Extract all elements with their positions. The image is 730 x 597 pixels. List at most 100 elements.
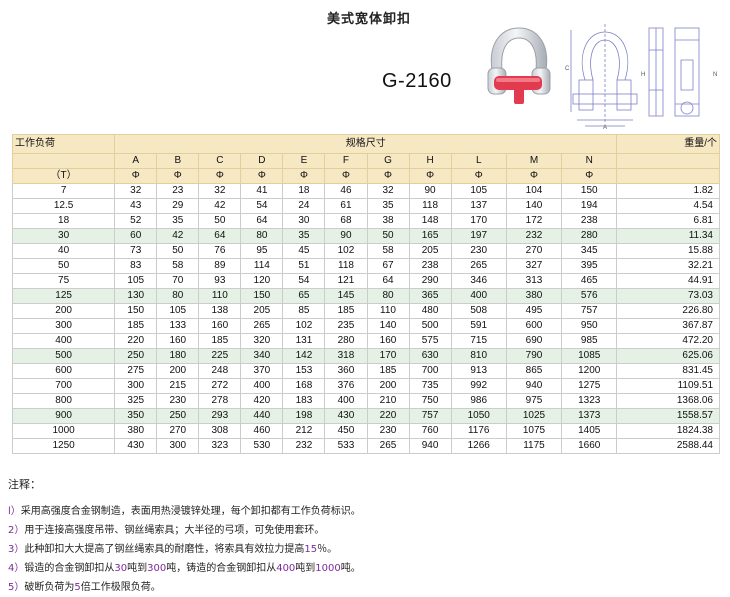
svg-text:A: A bbox=[603, 125, 607, 131]
dimension-cell: 230 bbox=[450, 243, 507, 259]
load-cell: 30 bbox=[11, 228, 116, 244]
dimension-cell: 400 bbox=[324, 393, 368, 409]
table-row: 400 220 160 185 320 131 280 160 575 715 690 985 472.… bbox=[11, 333, 720, 349]
weight-cell: 32.21 bbox=[616, 258, 720, 274]
shackle-photo bbox=[487, 27, 551, 104]
dimension-cell: 272 bbox=[198, 378, 242, 394]
note-text: 采用高强度合金钢制造，表面用热浸镀锌处理，每个卸扣都有工作负荷标识。 bbox=[20, 506, 361, 517]
dimension-cell: 58 bbox=[366, 243, 410, 259]
note-text: 15 bbox=[304, 544, 318, 555]
unit-label: （T） bbox=[11, 168, 116, 184]
note-item: 2）用于连接高强度吊带、钢丝绳索具；大半径的弓项，可免使用套环。 bbox=[8, 521, 361, 540]
dimension-cell: 183 bbox=[282, 393, 326, 409]
dimension-cell: 575 bbox=[408, 333, 452, 349]
col-label: N bbox=[561, 153, 618, 169]
dimension-cell: 220 bbox=[366, 408, 410, 424]
spec-header: 规格尺寸 bbox=[114, 134, 618, 154]
load-cell: 40 bbox=[11, 243, 116, 259]
dimension-cell: 205 bbox=[408, 243, 452, 259]
dimension-cell: 757 bbox=[561, 303, 618, 319]
dimension-cell: 865 bbox=[505, 363, 563, 379]
dimension-cell: 185 bbox=[366, 363, 410, 379]
note-item: l）采用高强度合金钢制造，表面用热浸镀锌处理，每个卸扣都有工作负荷标识。 bbox=[8, 502, 361, 521]
note-text: 锻造的合金钢卸扣从 bbox=[24, 563, 115, 574]
dimension-cell: 32 bbox=[198, 183, 242, 199]
note-text: 用于连接高强度吊带、钢丝绳索具；大半径的弓项，可免使用套环。 bbox=[24, 525, 325, 536]
diameter-symbol: Φ bbox=[505, 168, 563, 184]
load-cell: 900 bbox=[11, 408, 116, 424]
dimension-cell: 591 bbox=[450, 318, 507, 334]
dimension-cell: 41 bbox=[240, 183, 284, 199]
dimension-cell: 1075 bbox=[505, 423, 563, 439]
dimension-cell: 73 bbox=[114, 243, 158, 259]
load-cell: 300 bbox=[11, 318, 116, 334]
dimension-cell: 280 bbox=[324, 333, 368, 349]
dimension-cell: 64 bbox=[198, 228, 242, 244]
dimension-cell: 700 bbox=[408, 363, 452, 379]
dimension-cell: 104 bbox=[505, 183, 563, 199]
dimension-cell: 250 bbox=[114, 348, 158, 364]
table-row: 300 185 133 160 265 102 235 140 500 591 600 950 367.… bbox=[11, 318, 720, 334]
diameter-symbol: Φ bbox=[324, 168, 368, 184]
dimension-cell: 1085 bbox=[561, 348, 618, 364]
dimension-cell: 138 bbox=[198, 303, 242, 319]
dimension-cell: 212 bbox=[282, 423, 326, 439]
dimension-cell: 293 bbox=[198, 408, 242, 424]
dimension-cell: 54 bbox=[282, 273, 326, 289]
table-row: 900 350 250 293 440 198 430 220 757 1050 1025 1373 1… bbox=[11, 408, 720, 424]
dimension-cell: 185 bbox=[198, 333, 242, 349]
dimension-cell: 50 bbox=[156, 243, 200, 259]
note-text: 此种卸扣大大提高了钢丝绳索具的耐磨性，将索具有效拉力提高 bbox=[24, 544, 305, 555]
dimension-cell: 160 bbox=[198, 318, 242, 334]
dimension-cell: 140 bbox=[505, 198, 563, 214]
dimension-cell: 576 bbox=[561, 288, 618, 304]
dimension-cell: 345 bbox=[561, 243, 618, 259]
load-cell: 75 bbox=[11, 273, 116, 289]
dimension-cell: 238 bbox=[561, 213, 618, 229]
note-text: 倍工作极限负荷。 bbox=[80, 582, 161, 593]
dimension-cell: 325 bbox=[114, 393, 158, 409]
dimension-cell: 760 bbox=[408, 423, 452, 439]
dimension-cell: 750 bbox=[408, 393, 452, 409]
dimension-cell: 810 bbox=[450, 348, 507, 364]
note-text: 30 bbox=[114, 563, 128, 574]
dimension-cell: 197 bbox=[450, 228, 507, 244]
dimension-cell: 61 bbox=[324, 198, 368, 214]
note-text: 1000 bbox=[315, 563, 341, 574]
dimension-cell: 280 bbox=[561, 228, 618, 244]
dimension-cell: 105 bbox=[450, 183, 507, 199]
load-cell: 700 bbox=[11, 378, 116, 394]
dimension-cell: 992 bbox=[450, 378, 507, 394]
dimension-cell: 102 bbox=[324, 243, 368, 259]
dimension-cell: 194 bbox=[561, 198, 618, 214]
col-label: H bbox=[408, 153, 452, 169]
dimension-cell: 43 bbox=[114, 198, 158, 214]
dimension-cell: 1050 bbox=[450, 408, 507, 424]
table-unit-row: （T） Φ Φ Φ Φ Φ Φ Φ Φ Φ Φ Φ bbox=[11, 168, 720, 184]
dimension-cell: 210 bbox=[366, 393, 410, 409]
dimension-cell: 495 bbox=[505, 303, 563, 319]
dimension-cell: 45 bbox=[282, 243, 326, 259]
dimension-cell: 105 bbox=[156, 303, 200, 319]
table-row: 7 32 23 32 41 18 46 32 90 105 104 150 1.82 bbox=[11, 183, 720, 199]
note-text: 破断负荷为 bbox=[24, 582, 75, 593]
dimension-cell: 68 bbox=[324, 213, 368, 229]
dimension-cell: 508 bbox=[450, 303, 507, 319]
load-cell: 125 bbox=[11, 288, 116, 304]
dimension-cell: 500 bbox=[408, 318, 452, 334]
dimension-cell: 185 bbox=[324, 303, 368, 319]
col-label: L bbox=[450, 153, 507, 169]
diameter-symbol: Φ bbox=[156, 168, 200, 184]
col-label: D bbox=[240, 153, 284, 169]
dimension-cell: 133 bbox=[156, 318, 200, 334]
dimension-cell: 715 bbox=[450, 333, 507, 349]
load-cell: 1000 bbox=[11, 423, 116, 439]
dimension-cell: 70 bbox=[156, 273, 200, 289]
table-column-row: A B C D E F G H L M N bbox=[11, 153, 720, 169]
dimension-cell: 630 bbox=[408, 348, 452, 364]
dimension-cell: 360 bbox=[324, 363, 368, 379]
table-row: 600 275 200 248 370 153 360 185 700 913 865 1200 831… bbox=[11, 363, 720, 379]
dimension-cell: 1373 bbox=[561, 408, 618, 424]
dimension-cell: 200 bbox=[156, 363, 200, 379]
table-header-row: 工作负荷 规格尺寸 重量/个 bbox=[11, 134, 720, 154]
